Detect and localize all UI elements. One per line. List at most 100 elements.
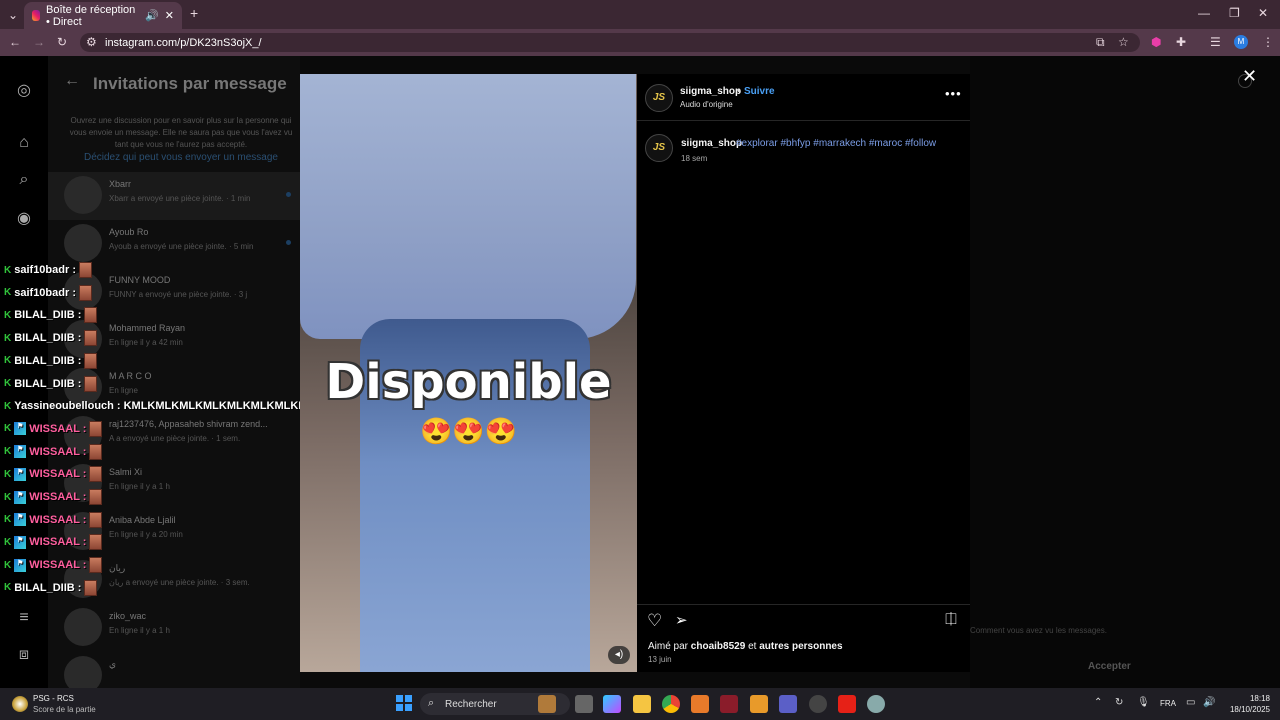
youtube-icon[interactable] <box>838 695 856 713</box>
close-modal-icon[interactable]: ✕ <box>1242 66 1257 87</box>
chat-line: K ⚑ WISSAAL : <box>4 533 103 551</box>
news-title[interactable]: PSG - RCS <box>33 694 74 703</box>
share-send-icon[interactable]: ➢ <box>675 611 688 629</box>
account-avatar[interactable]: JS <box>645 84 673 112</box>
task-view-icon[interactable] <box>575 695 593 713</box>
chat-emote-icon <box>84 579 98 596</box>
reload-icon[interactable]: ↻ <box>57 36 67 48</box>
conversation-name: FUNNY MOOD <box>109 275 171 285</box>
like-heart-icon[interactable]: ♡ <box>647 611 662 631</box>
clock-time[interactable]: 18:18 <box>1222 694 1270 703</box>
back-icon[interactable]: ← <box>9 36 21 48</box>
conversation-footer-text: Comment vous avez vu les messages. <box>970 626 1107 635</box>
post-video[interactable]: Disponible 😍😍😍 <box>300 74 637 672</box>
caption-hashtags[interactable]: #explorar #bhfyp #marrakech #maroc #foll… <box>736 138 936 149</box>
extension-shield-icon[interactable]: ⬢ <box>1151 36 1161 48</box>
caption-avatar[interactable]: JS <box>645 134 673 162</box>
accept-button[interactable]: Accepter <box>1088 661 1131 672</box>
conversation-preview: A a envoyé une pièce jointe. · 1 sem. <box>109 434 241 443</box>
liked-others[interactable]: autres personnes <box>759 641 842 652</box>
liked-prefix: Aimé par <box>648 641 689 652</box>
site-info-icon[interactable]: ⚙ <box>86 36 97 48</box>
chat-emote-icon <box>89 443 103 460</box>
meta-apps-icon[interactable]: ⧈ <box>14 646 34 666</box>
more-options-icon[interactable]: ••• <box>945 86 962 101</box>
platform-k-icon: K <box>4 332 12 344</box>
sports-widget-icon[interactable] <box>12 696 28 712</box>
chat-line: K ⚑ WISSAAL : <box>4 556 103 574</box>
windows-start-icon[interactable] <box>396 695 412 711</box>
profile-avatar[interactable]: M <box>1234 35 1248 49</box>
conversation-name: Ayoub Ro <box>109 227 149 237</box>
chat-line: Ksaif10badr : <box>4 261 92 279</box>
network-icon[interactable]: ▭ <box>1186 697 1195 708</box>
list-item[interactable]: ziko_wac En ligne il y a 1 h <box>48 604 300 652</box>
platform-k-icon: K <box>4 514 12 526</box>
install-app-icon[interactable]: ⧉ <box>1096 36 1105 48</box>
microphone-icon[interactable]: 🎙 <box>1137 697 1150 708</box>
follow-button[interactable]: Suivre <box>744 86 775 97</box>
reading-list-icon[interactable]: ☰ <box>1210 36 1221 48</box>
post-date: 13 juin <box>648 655 672 664</box>
sync-icon[interactable]: ↻ <box>1115 697 1123 708</box>
bookmark-star-icon[interactable]: ☆ <box>1118 36 1129 48</box>
chat-line: K BILAL_DIIB : <box>4 352 98 370</box>
app-shield-icon[interactable] <box>750 695 768 713</box>
more-menu-icon[interactable]: ≡ <box>14 609 34 629</box>
clock-date[interactable]: 18/10/2025 <box>1222 705 1270 714</box>
inbox-back-icon[interactable]: ← <box>64 72 80 90</box>
home-icon[interactable]: ⌂ <box>14 134 34 154</box>
chat-username: WISSAAL : <box>29 536 87 549</box>
speaker-icon[interactable]: 🔊 <box>145 9 159 22</box>
extensions-icon[interactable]: ✚ <box>1176 36 1186 48</box>
audio-label[interactable]: Audio d'origine <box>680 100 733 109</box>
search-highlight-icon[interactable] <box>538 695 556 713</box>
conversation-name: ي <box>109 659 117 669</box>
liked-user[interactable]: choaib8529 <box>691 641 745 652</box>
settings-gear-icon[interactable] <box>867 695 885 713</box>
conversation-preview: En ligne <box>109 386 138 395</box>
volume-icon[interactable]: 🔊 <box>1203 697 1215 708</box>
chat-badge-icon: ⚑ <box>14 422 27 436</box>
conversation-name: M A R C O <box>109 371 152 381</box>
list-item[interactable]: Xbarr Xbarr a envoyé une pièce jointe. · … <box>48 172 300 220</box>
tab-close-icon[interactable]: ✕ <box>165 9 174 22</box>
caption-username[interactable]: siigma_shop <box>681 138 742 149</box>
teams-icon[interactable] <box>779 695 797 713</box>
chat-username: BILAL_DIIB : <box>14 332 82 345</box>
app-pdf-icon[interactable] <box>720 695 738 713</box>
app-circle-icon[interactable] <box>809 695 827 713</box>
chrome-icon[interactable] <box>662 695 680 713</box>
file-explorer-icon[interactable] <box>633 695 651 713</box>
new-tab-icon[interactable]: + <box>190 6 198 20</box>
copilot-icon[interactable] <box>603 695 621 713</box>
url-field[interactable]: instagram.com/p/DK23nS3ojX_/ <box>80 33 1140 52</box>
chat-username: WISSAAL : <box>29 468 87 481</box>
mute-toggle-icon[interactable]: ◂) <box>608 646 630 664</box>
video-shirt-shape <box>300 74 636 339</box>
unread-dot <box>286 192 291 197</box>
menu-dots-icon[interactable]: ⋮ <box>1262 36 1274 48</box>
browser-tab[interactable]: Boîte de réception • Direct 🔊 ✕ <box>24 2 182 29</box>
search-icon[interactable]: ⌕ <box>14 171 34 191</box>
conversation-name: Aniba Abde Ljalil <box>109 515 176 525</box>
instagram-logo-icon[interactable]: ◎ <box>14 80 34 100</box>
explore-icon[interactable]: ◉ <box>14 208 34 228</box>
message-settings-link[interactable]: Décidez qui peut vous envoyer un message <box>62 152 300 163</box>
chat-emote-icon <box>84 307 98 324</box>
tray-chevron-icon[interactable]: ⌃ <box>1094 697 1102 708</box>
chat-username: BILAL_DIIB : <box>14 309 82 322</box>
forward-icon[interactable]: → <box>33 36 45 48</box>
chat-emote-icon <box>78 284 92 301</box>
conversation-preview: Xbarr a envoyé une pièce jointe. · 1 min <box>109 194 251 203</box>
conversation-name: Salmi Xi <box>109 467 143 477</box>
window-close-icon[interactable]: ✕ <box>1258 7 1268 19</box>
language-indicator[interactable]: FRA <box>1160 699 1176 708</box>
account-name[interactable]: siigma_shop <box>680 86 741 97</box>
app-a-icon[interactable] <box>691 695 709 713</box>
restore-icon[interactable]: ❐ <box>1229 7 1240 19</box>
news-subtitle[interactable]: Score de la partie <box>33 705 96 714</box>
tab-search-icon[interactable]: ⌄ <box>8 9 18 21</box>
minimize-icon[interactable]: — <box>1198 7 1210 19</box>
save-bookmark-icon[interactable]: ⎅ <box>945 611 957 628</box>
